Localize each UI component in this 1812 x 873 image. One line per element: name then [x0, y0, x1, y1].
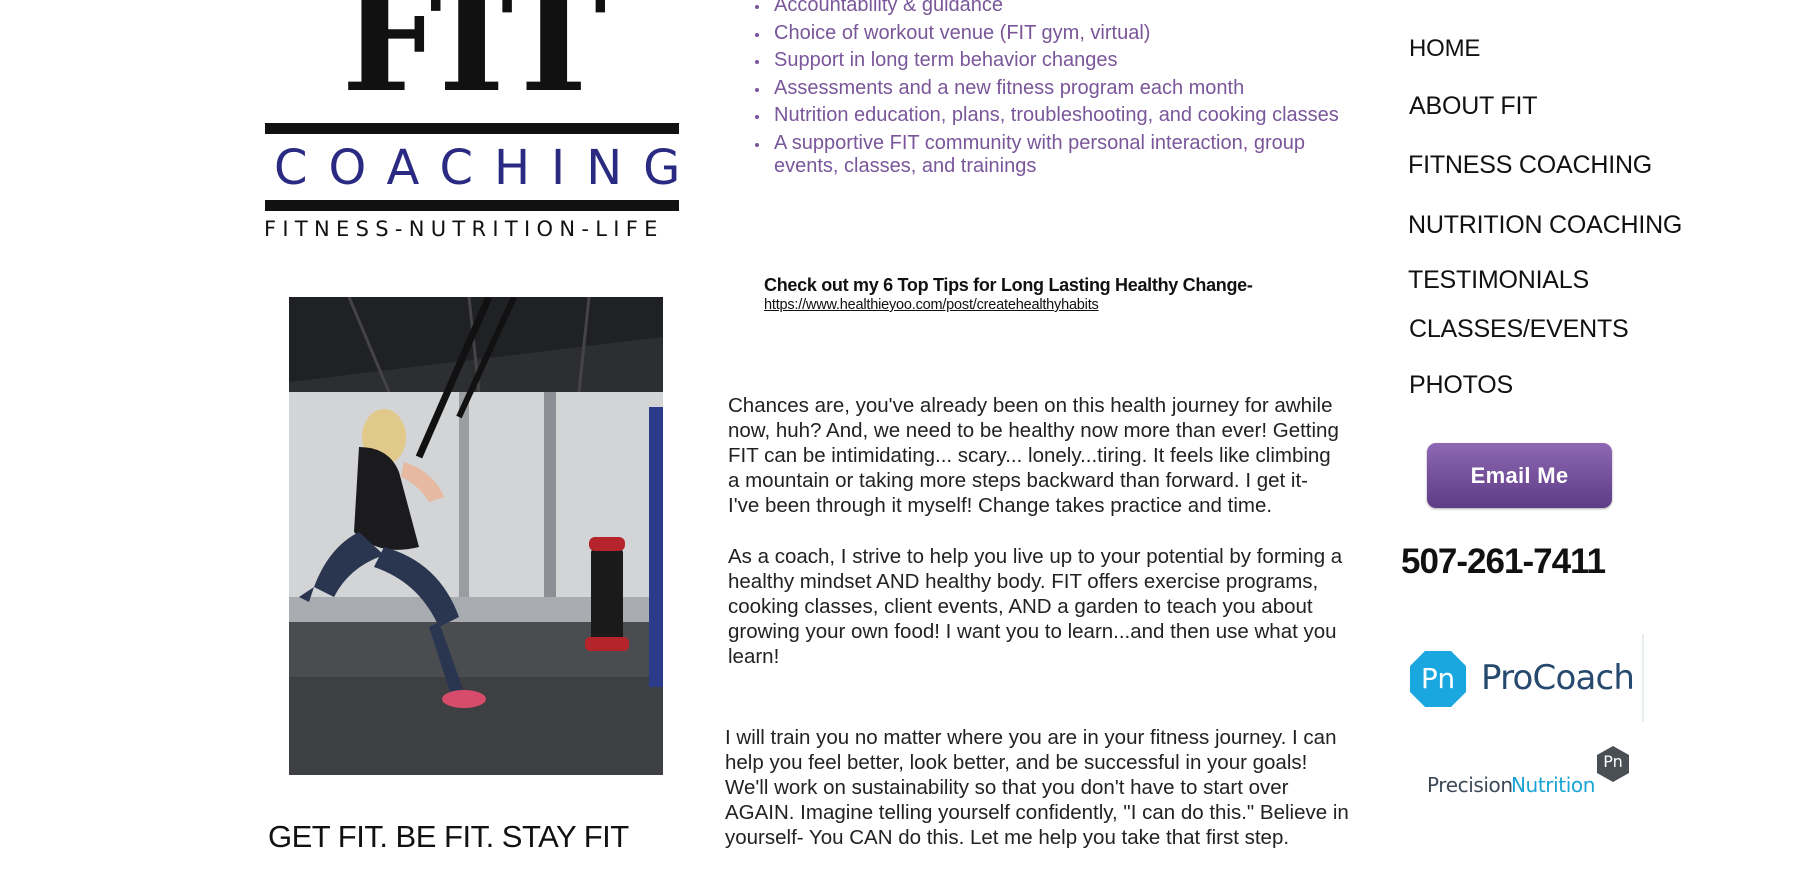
nav-fitness-coaching[interactable]: FITNESS COACHING [1408, 151, 1652, 180]
tips-heading: Check out my 6 Top Tips for Long Lasting… [764, 275, 1253, 295]
nav-classes-events[interactable]: CLASSES/EVENTS [1409, 315, 1629, 344]
nav-about-fit[interactable]: ABOUT FIT [1409, 92, 1538, 121]
nav-home[interactable]: HOME [1409, 35, 1480, 63]
slogan: GET FIT. BE FIT. STAY FIT [268, 819, 629, 854]
logo-tagline: FITNESS-NUTRITION-LIFE [264, 217, 664, 241]
logo-wordmark: FIT [341, 0, 607, 124]
procoach-name: ProCoach [1481, 658, 1635, 698]
list-item: A supportive FIT community with personal… [770, 132, 1370, 178]
pn-word-nutrition: Nutrition [1511, 773, 1595, 797]
pn-mark: Pn [1603, 752, 1623, 771]
phone-number[interactable]: 507-261-7411 [1401, 542, 1606, 582]
coach-paragraph: As a coach, I strive to help you live up… [728, 545, 1343, 668]
nav-nutrition-coaching[interactable]: NUTRITION COACHING [1408, 211, 1682, 240]
nav-testimonials[interactable]: TESTIMONIALS [1408, 266, 1589, 295]
divider [1642, 634, 1644, 722]
logo-subtitle: COACHING [274, 140, 702, 196]
logo-rule-top [265, 123, 679, 134]
list-item: Choice of workout venue (FIT gym, virtua… [770, 22, 1370, 45]
email-me-button[interactable]: Email Me [1427, 443, 1612, 508]
training-paragraph: I will train you no matter where you are… [725, 726, 1349, 849]
procoach-logo[interactable]: Pn ProCoach [1408, 634, 1644, 722]
list-item: Support in long term behavior changes [770, 49, 1370, 72]
nav-photos[interactable]: PHOTOS [1409, 371, 1513, 400]
logo-rule-bottom [265, 200, 679, 211]
trainer-photo [289, 297, 663, 775]
pn-word-precision: Precision [1427, 773, 1513, 797]
precision-nutrition-logo[interactable]: Precision Nutrition Pn [1427, 745, 1637, 805]
list-item: Assessments and a new fitness program ea… [770, 77, 1370, 100]
tips-link[interactable]: https://www.healthieyoo.com/post/createh… [764, 297, 1099, 313]
procoach-mark: Pn [1420, 662, 1456, 695]
list-item: Nutrition education, plans, troubleshoot… [770, 104, 1370, 127]
fit-coaching-logo[interactable]: FIT COACHING FITNESS-NUTRITION-LIFE [262, 0, 682, 245]
list-item: Accountability & guidance [770, 0, 1370, 17]
gym-scene-image [289, 297, 663, 775]
benefits-list: Accountability & guidance Choice of work… [745, 0, 1370, 182]
intro-paragraph: Chances are, you've already been on this… [728, 394, 1339, 517]
